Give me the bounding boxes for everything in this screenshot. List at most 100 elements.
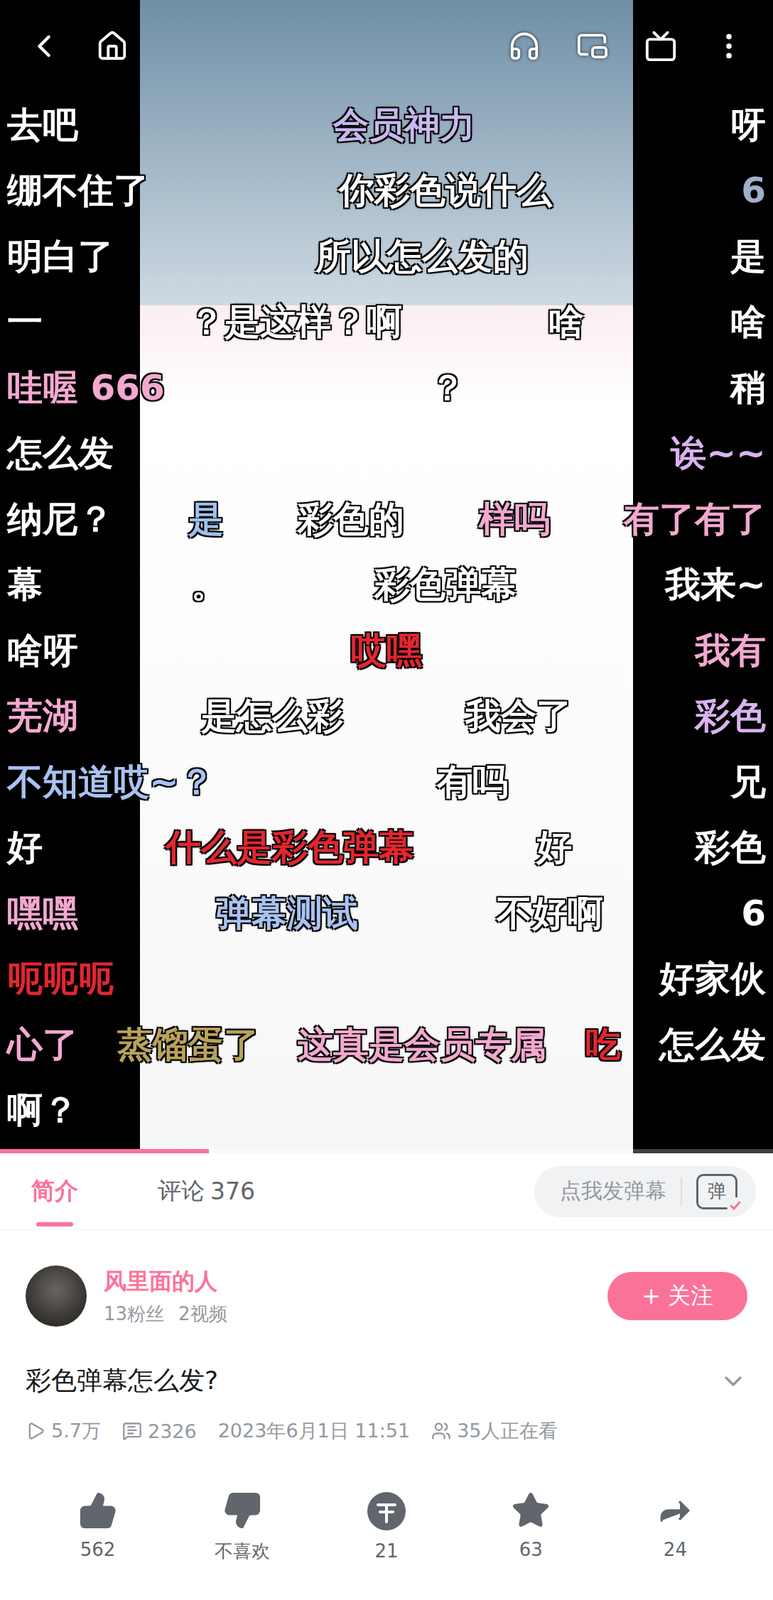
- uploader-name[interactable]: 风里面的人: [103, 1266, 591, 1299]
- danmaku-comment: 好: [7, 828, 43, 868]
- danmaku-comment: 你彩色说什么: [338, 171, 553, 211]
- danmaku-comment: 好家伙: [659, 959, 766, 999]
- danmaku-comment: 这真是会员专属: [297, 1025, 547, 1066]
- publish-date: 2023年6月1日 11:51: [218, 1418, 410, 1445]
- danmaku-comment: 是: [188, 500, 224, 540]
- danmaku-placeholder: 点我发弹幕: [559, 1177, 667, 1207]
- like-icon: [78, 1491, 118, 1532]
- progress-bar[interactable]: [0, 1149, 773, 1154]
- danmaku-comment: 纳尼？: [7, 500, 114, 540]
- danmaku-comment: 心了: [7, 1025, 79, 1066]
- danmaku-comment: 是怎么彩: [201, 696, 344, 737]
- danmaku-comment: 幕: [7, 565, 43, 605]
- danmaku-comment: 哎嘿: [350, 631, 423, 671]
- danmaku-comment: 啊？: [7, 1091, 79, 1131]
- dislike-button[interactable]: 不喜欢: [169, 1491, 315, 1565]
- check-icon: [728, 1199, 743, 1214]
- video-page: 去吧会员神力呀绷不住了你彩色说什么6明白了所以怎么发的是一？是这样？啊啥啥哇喔 …: [0, 0, 773, 1600]
- danmaku-lane: 啥呀 哎嘿 我有: [0, 618, 773, 685]
- tv-icon: [644, 29, 678, 63]
- coin-icon: [365, 1491, 408, 1533]
- more-button[interactable]: [710, 27, 748, 65]
- like-button[interactable]: 562: [25, 1491, 170, 1565]
- danmaku-comment: ？: [429, 368, 466, 408]
- uploader-meta: 13粉丝2视频: [103, 1302, 591, 1328]
- danmaku-count-icon: [122, 1421, 143, 1442]
- danmaku-lane: 绷不住了 你彩色说什么 6: [0, 158, 773, 225]
- coin-button[interactable]: 21: [314, 1491, 459, 1565]
- danmaku-lane: 不知道哎~？有吗兄: [0, 749, 773, 816]
- danmaku-comment: 彩色的: [297, 500, 405, 540]
- danmaku-comment: ？是这样？啊: [188, 302, 403, 342]
- views-stat: 5.7万: [25, 1418, 101, 1445]
- tab-underline: [36, 1222, 74, 1227]
- top-right-icons: [505, 27, 748, 65]
- star-icon: [510, 1491, 551, 1532]
- tabs-row: 简介评论376 点我发弹幕弹: [0, 1153, 773, 1231]
- danmaku-comment: 呃呃呃: [7, 959, 114, 999]
- danmaku-comment: 样吗: [478, 500, 550, 540]
- video-player[interactable]: 去吧会员神力呀绷不住了你彩色说什么6明白了所以怎么发的是一？是这样？啊啥啥哇喔 …: [0, 0, 773, 1154]
- uploader-row: 风里面的人 13粉丝2视频 +关注: [25, 1230, 748, 1348]
- tab[interactable]: 简介: [25, 1153, 84, 1230]
- danmaku-comment: 哇喔 666: [7, 368, 165, 408]
- danmaku-comment: 怎么发: [659, 1025, 766, 1066]
- picture-in-picture-icon: [576, 29, 609, 63]
- check-badge: [726, 1197, 744, 1215]
- danmaku-comment: 我会了: [465, 696, 572, 737]
- home-button[interactable]: [93, 27, 131, 65]
- title-row[interactable]: 彩色弹幕怎么发?: [25, 1347, 748, 1411]
- danmaku-comment: 一: [7, 302, 43, 342]
- danmaku-lane: 啊？: [0, 1078, 773, 1145]
- action-label: 63: [519, 1539, 543, 1561]
- danmaku-comment: 弹幕测试: [215, 894, 359, 934]
- danmaku-lane: 纳尼？是彩色的样吗有了有了: [0, 486, 773, 553]
- danmaku-comment: 吃: [585, 1025, 621, 1066]
- headphones-icon: [507, 29, 541, 63]
- action-label: 562: [80, 1539, 116, 1561]
- danmaku-comment: 诶~~: [670, 434, 766, 474]
- share-icon: [655, 1491, 695, 1532]
- danmaku-comment: 兄: [730, 763, 766, 803]
- danmaku-comment: 呀: [730, 105, 766, 145]
- danmaku-lane: 去吧会员神力呀: [0, 92, 773, 159]
- expand-icon: [719, 1367, 748, 1397]
- danmaku-input[interactable]: 点我发弹幕弹: [534, 1166, 756, 1218]
- danmaku-comment: 6: [741, 894, 766, 934]
- viewers-icon: [431, 1421, 452, 1442]
- pip-button[interactable]: [574, 27, 612, 65]
- danmaku-comment: 我有: [694, 631, 766, 671]
- danmaku-lane: 明白了所以怎么发的是: [0, 223, 773, 290]
- danmaku-comment: 我来~: [665, 565, 766, 605]
- uploader-avatar[interactable]: [25, 1266, 87, 1328]
- danmaku-comment: 去吧: [7, 105, 79, 145]
- danmaku-comment: 嘿嘿: [7, 894, 79, 934]
- action-label: 不喜欢: [214, 1539, 270, 1565]
- danmaku-lane: 怎么发 诶~~: [0, 421, 773, 488]
- danmaku-comment: 啥呀: [7, 631, 79, 671]
- danmaku-lane: 幕。彩色弹幕我来~: [0, 552, 773, 619]
- home-icon: [95, 29, 129, 63]
- danmaku-comment: 怎么发: [7, 434, 114, 474]
- danmaku-lane: 呃呃呃 好家伙: [0, 947, 773, 1014]
- follow-button[interactable]: +关注: [607, 1272, 748, 1321]
- back-button[interactable]: [25, 27, 63, 65]
- danmaku-toggle-button[interactable]: 弹: [696, 1174, 738, 1210]
- danmaku-comment: 不好啊: [496, 894, 604, 934]
- audio-button[interactable]: [505, 27, 543, 65]
- cast-button[interactable]: [642, 27, 680, 65]
- top-left-icons: [25, 27, 131, 65]
- danmaku-lane: 芜湖 是怎么彩 我会了 彩色: [0, 684, 773, 751]
- dislike-icon: [222, 1491, 263, 1532]
- danmaku-comment: 6: [741, 171, 766, 211]
- play-count-icon: [25, 1421, 46, 1442]
- share-button[interactable]: 24: [603, 1491, 748, 1565]
- tab[interactable]: 评论376: [152, 1153, 261, 1230]
- danmaku-comment: 好: [536, 828, 572, 868]
- danmaku-comment: 彩色弹幕: [374, 565, 517, 605]
- favorite-button[interactable]: 63: [458, 1491, 604, 1565]
- danmaku-comment: 绷不住了: [7, 171, 150, 211]
- danmaku-layer: 去吧会员神力呀绷不住了你彩色说什么6明白了所以怎么发的是一？是这样？啊啥啥哇喔 …: [0, 92, 773, 1144]
- danmaku-comment: 彩色: [694, 696, 766, 737]
- danmaku-comment: 芜湖: [7, 696, 79, 737]
